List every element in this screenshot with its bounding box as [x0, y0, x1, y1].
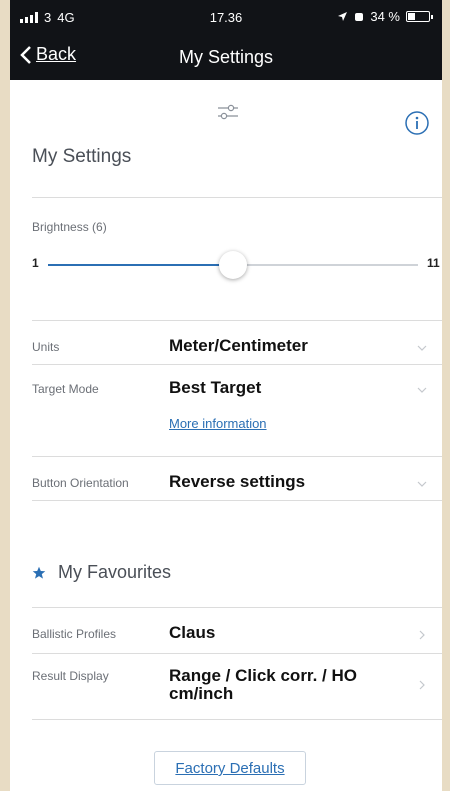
slider-fill [48, 264, 233, 266]
chevron-right-icon [419, 680, 425, 690]
nav-bar: Back My Settings [10, 36, 442, 80]
divider [32, 500, 442, 501]
divider [32, 197, 442, 198]
location-arrow-icon [338, 12, 348, 21]
brightness-label: Brightness (6) [32, 220, 107, 234]
phone-screen: 3 4G 17.36 34 % Back My Settings My Sett… [10, 0, 442, 791]
favourites-heading: My Favourites [32, 562, 171, 583]
status-bar: 3 4G 17.36 34 % [10, 0, 442, 36]
chevron-down-icon [417, 387, 427, 393]
battery-icon [406, 11, 433, 22]
button-orientation-row[interactable]: Button Orientation Reverse settings [32, 456, 442, 500]
divider [32, 719, 442, 720]
battery-fill [408, 13, 415, 20]
page-title: My Settings [178, 47, 274, 67]
info-icon[interactable] [404, 110, 430, 136]
result-display-value-line1: Range / Click corr. / HO [169, 666, 358, 685]
chevron-down-icon [417, 345, 427, 351]
ballistic-profiles-value: Claus [169, 623, 216, 642]
button-orientation-value: Reverse settings [169, 472, 306, 491]
star-icon [32, 566, 46, 579]
slider-max-label: 11 [427, 256, 440, 270]
more-information-link[interactable]: More information [169, 416, 267, 431]
settings-section-title: My Settings [32, 146, 132, 167]
chevron-down-icon [417, 481, 427, 487]
factory-defaults-button[interactable]: Factory Defaults [154, 751, 306, 785]
chevron-right-icon [419, 630, 425, 640]
status-right: 34 % [337, 9, 433, 24]
alarm-icon [355, 12, 364, 21]
button-orientation-label: Button Orientation [32, 476, 129, 490]
units-label: Units [32, 340, 60, 354]
units-row[interactable]: Units Meter/Centimeter [32, 320, 442, 364]
target-mode-value: Best Target [169, 378, 262, 397]
favourites-title: My Favourites [58, 562, 172, 582]
result-display-label: Result Display [32, 669, 109, 683]
result-display-row[interactable]: Result Display Range / Click corr. / HO … [32, 653, 442, 717]
result-display-value-line2: cm/inch [169, 684, 234, 703]
ballistic-profiles-row[interactable]: Ballistic Profiles Claus [32, 607, 442, 653]
slider-track[interactable] [48, 251, 418, 279]
filter-sliders-icon[interactable] [216, 102, 240, 122]
ballistic-profiles-label: Ballistic Profiles [32, 627, 117, 641]
units-value: Meter/Centimeter [169, 336, 308, 355]
target-mode-label: Target Mode [32, 382, 99, 396]
target-mode-row[interactable]: Target Mode Best Target More information [32, 364, 442, 456]
brightness-slider[interactable]: 1 11 [32, 250, 442, 280]
battery-percent: 34 % [370, 9, 400, 24]
slider-thumb[interactable] [219, 251, 247, 279]
slider-min-label: 1 [32, 256, 39, 270]
